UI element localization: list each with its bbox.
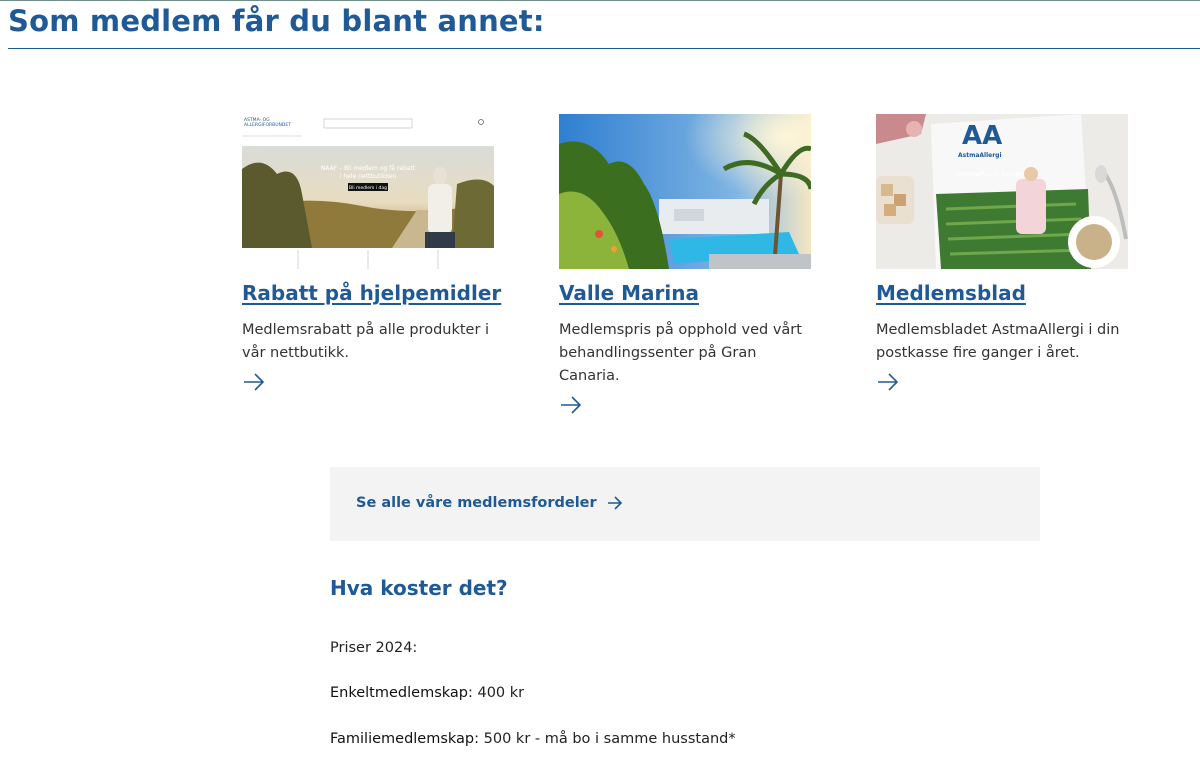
- pricing-family: Familiemedlemskap: 500 kr - må bo i samm…: [330, 731, 736, 747]
- svg-text:i hele nettbutikken: i hele nettbutikken: [340, 173, 397, 180]
- arrow-right-icon[interactable]: [876, 371, 900, 393]
- card-description: Medlemsrabatt på alle produkter i vår ne…: [242, 322, 490, 361]
- pricing-heading: Hva koster det?: [330, 576, 508, 600]
- family-membership-label: Familiemedlemskap:: [330, 731, 480, 747]
- top-border: [0, 0, 1200, 1]
- single-membership-price: 400 kr: [472, 685, 525, 701]
- benefit-card-medlemsblad: AA AstmaAllergi Sommerhus til besvær Med…: [876, 114, 1138, 393]
- svg-text:Sommerhus til besvær: Sommerhus til besvær: [956, 171, 1025, 178]
- all-benefits-box: Se alle våre medlemsfordeler: [330, 467, 1040, 541]
- svg-text:AstmaAllergi: AstmaAllergi: [958, 152, 1002, 159]
- card-description: Medlemsbladet AstmaAllergi i din postkas…: [876, 322, 1120, 361]
- magazine-image[interactable]: AA AstmaAllergi Sommerhus til besvær: [876, 114, 1128, 269]
- svg-text:AA: AA: [962, 121, 1002, 151]
- family-membership-price: 500 kr - må bo i samme husstand*: [479, 731, 736, 747]
- arrow-right-icon: [607, 496, 622, 510]
- benefit-card-valle-marina: Valle Marina Medlemspris på opphold ved …: [559, 114, 821, 416]
- card-title-link-valle-marina[interactable]: Valle Marina: [559, 281, 821, 305]
- svg-text:NAAF – Bli medlem og få rabatt: NAAF – Bli medlem og få rabatt: [321, 165, 416, 172]
- pricing-single: Enkeltmedlemskap: 400 kr: [330, 685, 524, 701]
- svg-text:Bli medlem i dag: Bli medlem i dag: [349, 185, 387, 191]
- pricing-year: Priser 2024:: [330, 640, 418, 656]
- benefit-card-hjelpemidler: ASTMA- OG ALLERGIFORBUNDET NAAF – Bli me…: [242, 114, 504, 393]
- arrow-right-icon[interactable]: [559, 394, 583, 416]
- nettbutikk-screenshot-image[interactable]: ASTMA- OG ALLERGIFORBUNDET NAAF – Bli me…: [242, 114, 494, 269]
- card-description: Medlemspris på opphold ved vårt behandli…: [559, 322, 802, 384]
- page-title: Som medlem får du blant annet:: [8, 4, 545, 38]
- arrow-right-icon[interactable]: [242, 371, 266, 393]
- svg-text:ALLERGIFORBUNDET: ALLERGIFORBUNDET: [244, 122, 291, 128]
- card-title-link-rabatt[interactable]: Rabatt på hjelpemidler: [242, 281, 504, 305]
- valle-marina-pool-image[interactable]: [559, 114, 811, 269]
- title-divider: [8, 48, 1200, 49]
- card-title-link-medlemsblad[interactable]: Medlemsblad: [876, 281, 1138, 305]
- single-membership-label: Enkeltmedlemskap:: [330, 685, 473, 701]
- all-benefits-label: Se alle våre medlemsfordeler: [356, 495, 597, 511]
- all-benefits-link[interactable]: Se alle våre medlemsfordeler: [356, 495, 623, 511]
